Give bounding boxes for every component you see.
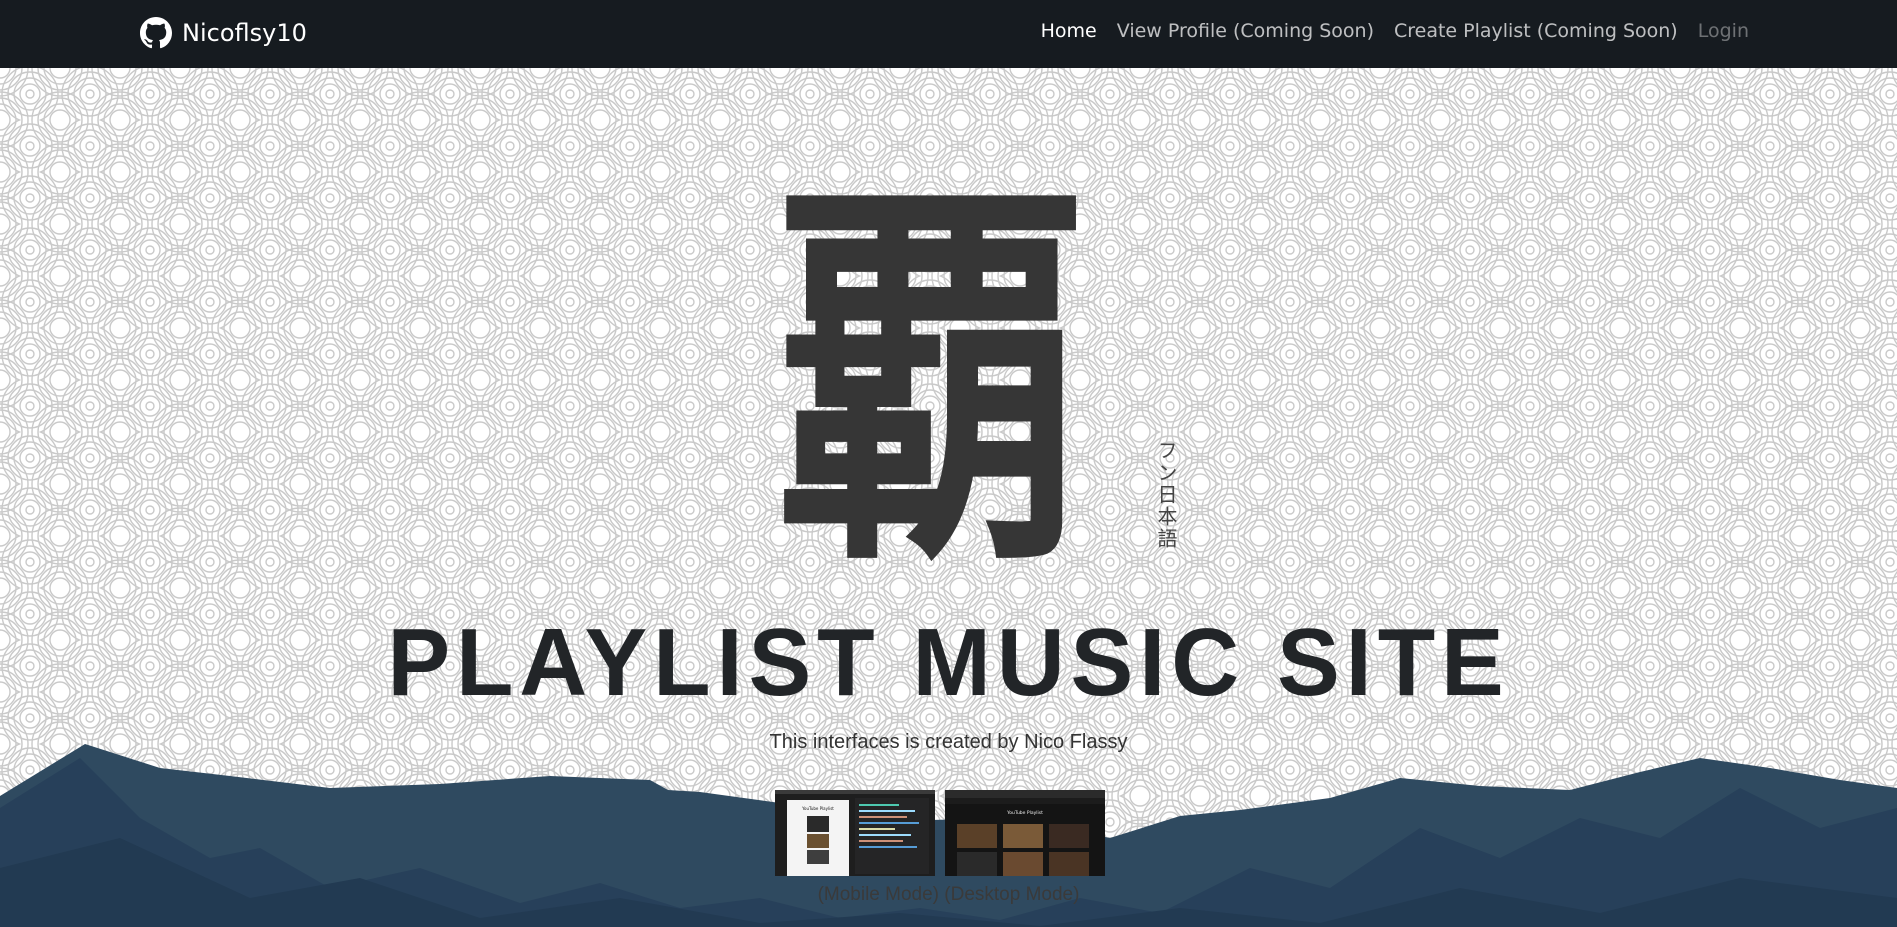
svg-text:YouTube Playlist: YouTube Playlist	[1006, 810, 1043, 816]
mobile-screenshot-image: YouTube Playlist	[775, 790, 935, 876]
page-subtitle: This interfaces is created by Nico Flass…	[769, 731, 1128, 753]
screenshot-thumbnails: YouTube Playlist YouTube Playlist	[775, 790, 1105, 876]
thumbnail-captions: (Mobile Mode) (Desktop Mode)	[817, 884, 1080, 905]
nav-login[interactable]: Login	[1698, 20, 1749, 42]
github-icon	[140, 17, 172, 49]
svg-text:YouTube Playlist: YouTube Playlist	[801, 806, 834, 811]
brand-link[interactable]: Nicoflsy10	[140, 17, 307, 49]
hero-section: 覇 フン日本語 PLAYLIST MUSIC SITE This interfa…	[0, 68, 1897, 927]
desktop-mode-thumbnail[interactable]: YouTube Playlist	[945, 790, 1105, 876]
brand-label: Nicoflsy10	[182, 19, 307, 47]
vertical-japanese-text: フン日本語	[1154, 440, 1178, 550]
nav-create-playlist[interactable]: Create Playlist (Coming Soon)	[1394, 20, 1678, 42]
desktop-screenshot-image: YouTube Playlist	[945, 790, 1105, 876]
kanji-logo: 覇	[775, 145, 1087, 615]
nav-links: Home View Profile (Coming Soon) Create P…	[1041, 20, 1749, 42]
page-title: PLAYLIST MUSIC SITE	[387, 609, 1510, 716]
top-navbar: Nicoflsy10 Home View Profile (Coming Soo…	[0, 0, 1897, 68]
nav-home[interactable]: Home	[1041, 20, 1097, 42]
mobile-mode-thumbnail[interactable]: YouTube Playlist	[775, 790, 935, 876]
nav-view-profile[interactable]: View Profile (Coming Soon)	[1117, 20, 1374, 42]
